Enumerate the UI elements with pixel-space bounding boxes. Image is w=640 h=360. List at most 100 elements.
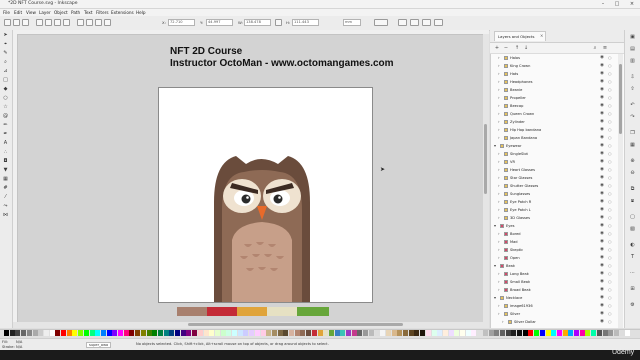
- expand-toggle-icon[interactable]: ▾: [494, 142, 496, 150]
- layer-row[interactable]: ▾ Eyewear ◉ ○: [490, 142, 616, 150]
- canvas-heading-instructor[interactable]: Instructor OctoMan - www.octomangames.co…: [170, 58, 394, 69]
- layer-row[interactable]: › Eye Patch R ◉ ○: [490, 198, 616, 206]
- lock-icon[interactable]: ○: [608, 158, 612, 166]
- clone-icon[interactable]: ⧈: [629, 198, 636, 204]
- palette-color-cell[interactable]: [602, 330, 608, 336]
- layer-row[interactable]: › VR ◉ ○: [490, 158, 616, 166]
- layer-row[interactable]: › Zylinder ◉ ○: [490, 118, 616, 126]
- palette-color-cell[interactable]: [232, 330, 237, 336]
- expand-toggle-icon[interactable]: ›: [498, 310, 500, 318]
- palette-color-cell[interactable]: [72, 330, 78, 336]
- palette-color-cell[interactable]: [460, 330, 465, 336]
- canvas-heading-title[interactable]: NFT 2D Course: [170, 46, 242, 57]
- lock-icon[interactable]: ○: [608, 254, 612, 262]
- expand-toggle-icon[interactable]: ›: [498, 246, 500, 254]
- move-gradients-button[interactable]: [410, 19, 419, 26]
- lock-icon[interactable]: ○: [608, 278, 612, 286]
- swatch-green[interactable]: [297, 307, 329, 316]
- print-icon[interactable]: ▥: [629, 58, 636, 64]
- visibility-eye-icon[interactable]: ◉: [600, 102, 604, 110]
- layer-row[interactable]: › Mad ◉ ○: [490, 238, 616, 246]
- layer-row[interactable]: › Queen Crown ◉ ○: [490, 110, 616, 118]
- lock-ratio-icon[interactable]: [275, 19, 282, 26]
- layer-row[interactable]: › Silver Dollar ◉ ○: [490, 318, 616, 326]
- layer-row[interactable]: › SingleSlot ◉ ○: [490, 150, 616, 158]
- lock-icon[interactable]: ○: [608, 110, 612, 118]
- palette-color-cell[interactable]: [226, 330, 232, 336]
- palette-color-cell[interactable]: [186, 330, 192, 336]
- menu-object[interactable]: Object: [54, 10, 68, 15]
- palette-color-cell[interactable]: [562, 330, 568, 336]
- selector-tool-icon[interactable]: ➤: [2, 32, 9, 38]
- copy-icon[interactable]: ❐: [629, 130, 636, 136]
- palette-color-cell[interactable]: [95, 330, 101, 336]
- pen-tool-icon[interactable]: ✒: [2, 131, 9, 137]
- flip-vertical-button[interactable]: [63, 19, 70, 26]
- palette-color-cell[interactable]: [568, 330, 574, 336]
- palette-color-cell[interactable]: [260, 330, 266, 336]
- palette-color-cell[interactable]: [237, 330, 243, 336]
- paste-icon[interactable]: ▦: [629, 142, 636, 148]
- palette-color-cell[interactable]: [49, 330, 55, 336]
- visibility-eye-icon[interactable]: ◉: [600, 278, 604, 286]
- palette-color-cell[interactable]: [556, 330, 562, 336]
- palette-color-cell[interactable]: [323, 330, 329, 336]
- palette-color-cell[interactable]: [140, 330, 146, 336]
- palette-color-cell[interactable]: [517, 330, 522, 336]
- layer-row[interactable]: ▾ Eyes ◉ ○: [490, 222, 616, 230]
- owl-illustration[interactable]: [206, 150, 316, 302]
- rotate-ccw-button[interactable]: [36, 19, 43, 26]
- group-icon[interactable]: ▢: [629, 214, 636, 220]
- palette-color-cell[interactable]: [32, 330, 38, 336]
- raise-button[interactable]: [86, 19, 93, 26]
- layer-row[interactable]: › Sunglasses ◉ ○: [490, 190, 616, 198]
- palette-color-cell[interactable]: [591, 330, 597, 336]
- palette-color-cell[interactable]: [346, 330, 351, 336]
- layer-row[interactable]: › Broad Beak ◉ ○: [490, 286, 616, 294]
- lock-icon[interactable]: ○: [608, 238, 612, 246]
- palette-color-cell[interactable]: [528, 330, 534, 336]
- expand-toggle-icon[interactable]: ›: [498, 302, 500, 310]
- lock-icon[interactable]: ○: [608, 286, 612, 294]
- expand-toggle-icon[interactable]: ›: [498, 278, 500, 286]
- palette-color-cell[interactable]: [209, 330, 215, 336]
- select-all-layers-button[interactable]: [13, 19, 20, 26]
- palette-color-cell[interactable]: [106, 330, 112, 336]
- visibility-eye-icon[interactable]: ◉: [600, 254, 604, 262]
- visibility-eye-icon[interactable]: ◉: [600, 158, 604, 166]
- layers-scrollbar[interactable]: [618, 54, 623, 328]
- palette-color-cell[interactable]: [619, 330, 625, 336]
- palette-color-cell[interactable]: [425, 330, 431, 336]
- palette-color-cell[interactable]: [471, 330, 477, 336]
- expand-toggle-icon[interactable]: ›: [498, 54, 500, 62]
- import-icon[interactable]: ⇩: [629, 74, 636, 80]
- expand-toggle-icon[interactable]: ›: [498, 174, 500, 182]
- expand-toggle-icon[interactable]: ›: [498, 230, 500, 238]
- visibility-eye-icon[interactable]: ◉: [600, 302, 604, 310]
- x-field[interactable]: 72.710: [168, 19, 195, 26]
- lock-icon[interactable]: ○: [608, 222, 612, 230]
- expand-toggle-icon[interactable]: ›: [498, 286, 500, 294]
- palette-color-cell[interactable]: [585, 330, 591, 336]
- layer-row[interactable]: › Bored ◉ ○: [490, 230, 616, 238]
- layer-row[interactable]: › Beanie ◉ ○: [490, 86, 616, 94]
- palette-color-cell[interactable]: [152, 330, 158, 336]
- palette-color-cell[interactable]: [414, 330, 420, 336]
- visibility-eye-icon[interactable]: ◉: [600, 214, 604, 222]
- connector-tool-icon[interactable]: ⤳: [2, 203, 9, 209]
- visibility-eye-icon[interactable]: ◉: [600, 78, 604, 86]
- y-field[interactable]: 44.997: [206, 19, 233, 26]
- palette-color-cell[interactable]: [38, 330, 44, 336]
- dropper-tool-icon[interactable]: ⁄: [2, 194, 9, 200]
- palette-color-cell[interactable]: [579, 330, 585, 336]
- palette-color-cell[interactable]: [488, 330, 494, 336]
- save-icon[interactable]: ▤: [629, 46, 636, 52]
- lock-icon[interactable]: ○: [608, 182, 612, 190]
- menu-layer[interactable]: Layer: [39, 10, 51, 15]
- layer-row[interactable]: ▾ Beak ◉ ○: [490, 262, 616, 270]
- palette-color-cell[interactable]: [271, 330, 277, 336]
- swatch-orange[interactable]: [237, 307, 267, 316]
- palette-color-cell[interactable]: [300, 330, 306, 336]
- undo-icon[interactable]: ↶: [629, 102, 636, 108]
- measure-tool-icon[interactable]: ⊿: [2, 68, 9, 74]
